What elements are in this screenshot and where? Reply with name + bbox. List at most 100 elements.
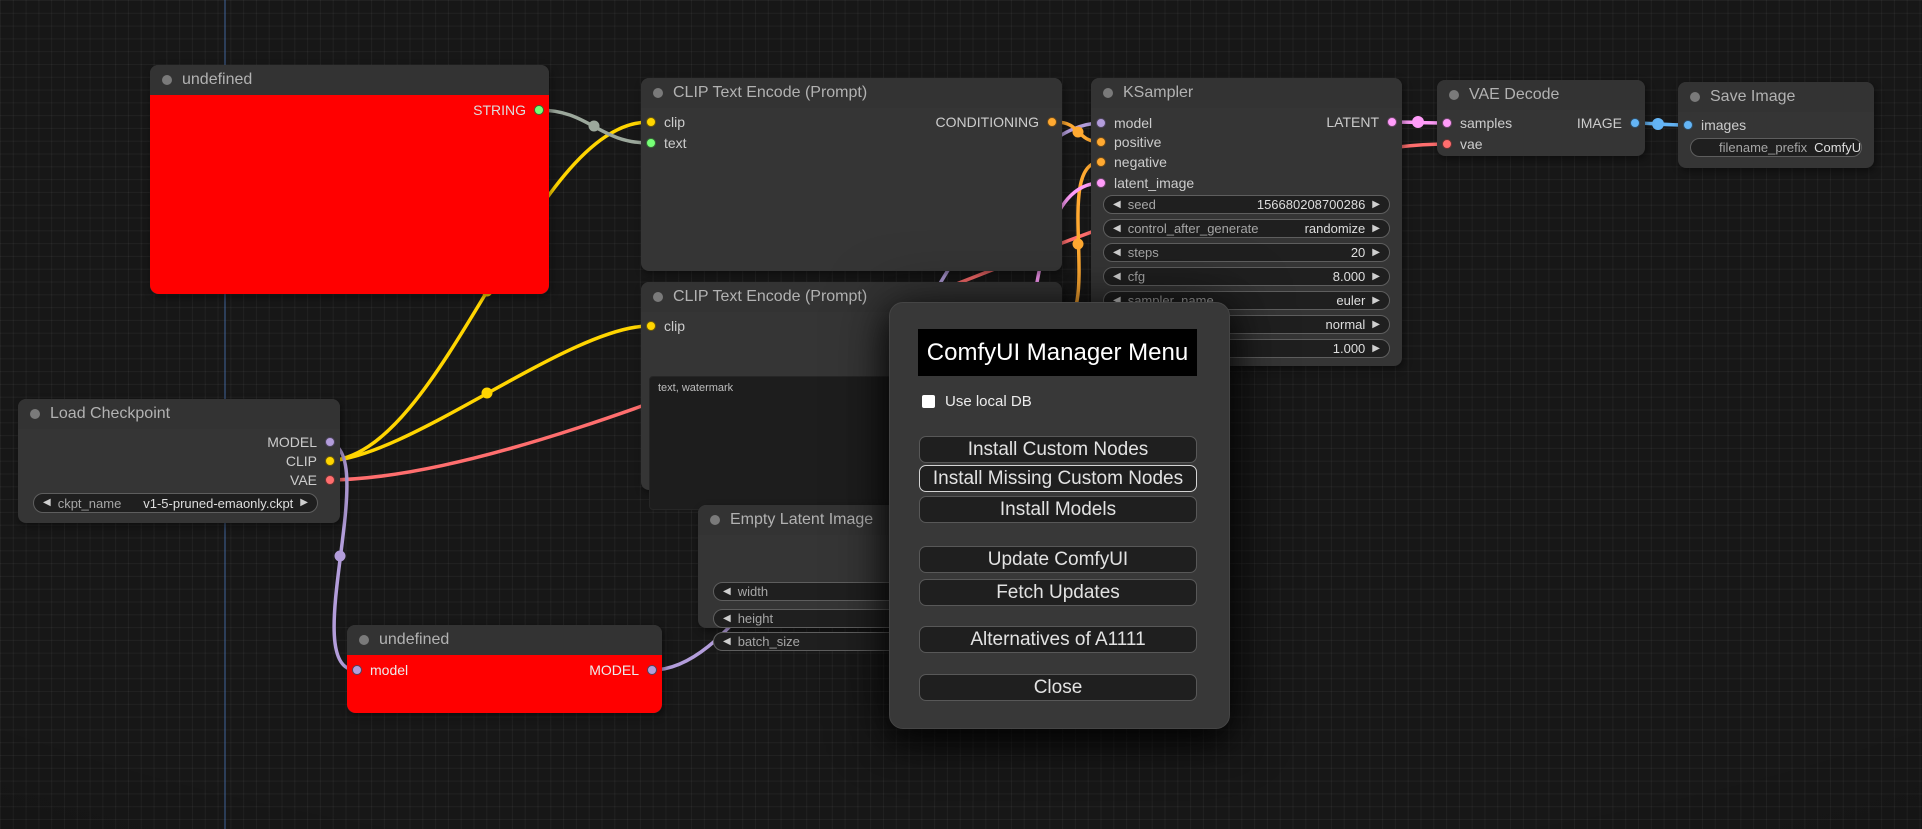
- text-input-dot[interactable]: [646, 138, 656, 148]
- arrow-right-icon[interactable]: ▶: [1372, 223, 1380, 234]
- node-vae-decode[interactable]: VAE Decode samples vae IMAGE: [1437, 80, 1645, 156]
- arrow-right-icon[interactable]: ▶: [1372, 295, 1380, 306]
- vae-input-dot[interactable]: [1442, 139, 1452, 149]
- collapse-dot-icon[interactable]: [653, 292, 663, 302]
- output-slot-vae[interactable]: VAE: [290, 470, 335, 490]
- input-slot-clip[interactable]: clip: [646, 316, 685, 336]
- node-save-image[interactable]: Save Image images filename_prefix ComfyU…: [1678, 82, 1874, 168]
- model-output-dot[interactable]: [325, 437, 335, 447]
- arrow-right-icon[interactable]: ▶: [1372, 199, 1380, 210]
- latent-output-dot[interactable]: [1387, 117, 1397, 127]
- input-slot-positive[interactable]: positive: [1096, 132, 1161, 152]
- widget-seed[interactable]: ◀ seed 156680208700286 ▶: [1103, 195, 1390, 214]
- node-editor-canvas[interactable]: undefined STRING CLIP Text Encode (Promp…: [0, 0, 1922, 829]
- collapse-dot-icon[interactable]: [1449, 90, 1459, 100]
- arrow-left-icon[interactable]: ◀: [1113, 199, 1121, 210]
- node-body: samples vae IMAGE: [1437, 110, 1645, 156]
- positive-input-dot[interactable]: [1096, 137, 1106, 147]
- arrow-left-icon[interactable]: ◀: [723, 586, 731, 597]
- clip-output-dot[interactable]: [325, 456, 335, 466]
- output-slot-string[interactable]: STRING: [473, 100, 544, 120]
- conditioning-output-dot[interactable]: [1047, 117, 1057, 127]
- arrow-left-icon[interactable]: ◀: [1113, 223, 1121, 234]
- node-undefined-top[interactable]: undefined STRING: [150, 65, 549, 294]
- node-title-bar[interactable]: undefined: [150, 65, 549, 95]
- alternatives-of-a1111-button[interactable]: Alternatives of A1111: [919, 626, 1197, 653]
- node-title-bar[interactable]: Load Checkpoint: [18, 399, 340, 429]
- latent-image-input-dot[interactable]: [1096, 178, 1106, 188]
- samples-input-dot[interactable]: [1442, 118, 1452, 128]
- collapse-dot-icon[interactable]: [30, 409, 40, 419]
- arrow-left-icon[interactable]: ◀: [1113, 271, 1121, 282]
- output-slot-latent[interactable]: LATENT: [1326, 112, 1397, 132]
- model-input-dot[interactable]: [352, 665, 362, 675]
- image-output-dot[interactable]: [1630, 118, 1640, 128]
- fetch-updates-button[interactable]: Fetch Updates: [919, 579, 1197, 606]
- install-models-button[interactable]: Install Models: [919, 496, 1197, 523]
- node-load-checkpoint[interactable]: Load Checkpoint MODEL CLIP VAE ◀ ckpt_na…: [18, 399, 340, 523]
- node-title-bar[interactable]: Save Image: [1678, 82, 1874, 112]
- input-slot-images[interactable]: images: [1683, 115, 1746, 135]
- collapse-dot-icon[interactable]: [653, 88, 663, 98]
- string-output-dot[interactable]: [534, 105, 544, 115]
- widget-cfg[interactable]: ◀ cfg 8.000 ▶: [1103, 267, 1390, 286]
- update-comfyui-button[interactable]: Update ComfyUI: [919, 546, 1197, 573]
- output-slot-image[interactable]: IMAGE: [1577, 113, 1640, 133]
- collapse-dot-icon[interactable]: [1690, 92, 1700, 102]
- widget-control-after-generate[interactable]: ◀ control_after_generate randomize ▶: [1103, 219, 1390, 238]
- node-title-bar[interactable]: KSampler: [1091, 78, 1402, 108]
- node-title-bar[interactable]: undefined: [347, 625, 662, 655]
- input-slot-model[interactable]: model: [352, 660, 408, 680]
- arrow-right-icon[interactable]: ▶: [1372, 319, 1380, 330]
- arrow-left-icon[interactable]: ◀: [723, 636, 731, 647]
- link-dot: [1072, 238, 1084, 250]
- collapse-dot-icon[interactable]: [359, 635, 369, 645]
- arrow-right-icon[interactable]: ▶: [1372, 271, 1380, 282]
- input-slot-vae[interactable]: vae: [1442, 134, 1483, 154]
- vae-output-dot[interactable]: [325, 475, 335, 485]
- widget-label: width: [737, 584, 769, 599]
- negative-input-dot[interactable]: [1096, 157, 1106, 167]
- slot-label: samples: [1460, 115, 1513, 131]
- install-missing-custom-nodes-button[interactable]: Install Missing Custom Nodes: [919, 465, 1197, 492]
- model-output-dot[interactable]: [647, 665, 657, 675]
- widget-filename-prefix[interactable]: filename_prefix ComfyUI: [1690, 138, 1862, 157]
- node-undefined-bottom[interactable]: undefined model MODEL: [347, 625, 662, 713]
- input-slot-text[interactable]: text: [646, 133, 687, 153]
- arrow-left-icon[interactable]: ◀: [723, 613, 731, 624]
- collapse-dot-icon[interactable]: [710, 515, 720, 525]
- input-slot-clip[interactable]: clip: [646, 112, 685, 132]
- arrow-left-icon[interactable]: ◀: [1113, 247, 1121, 258]
- arrow-right-icon[interactable]: ▶: [1372, 343, 1380, 354]
- slot-label: latent_image: [1114, 175, 1195, 191]
- input-slot-samples[interactable]: samples: [1442, 113, 1512, 133]
- collapse-dot-icon[interactable]: [1103, 88, 1113, 98]
- slot-label: text: [664, 135, 687, 151]
- output-slot-clip[interactable]: CLIP: [286, 451, 335, 471]
- node-title-bar[interactable]: VAE Decode: [1437, 80, 1645, 110]
- node-clip-text-encode-positive[interactable]: CLIP Text Encode (Prompt) clip text COND…: [641, 78, 1062, 271]
- clip-input-dot[interactable]: [646, 321, 656, 331]
- arrow-left-icon[interactable]: ◀: [43, 498, 51, 508]
- widget-ckpt-name[interactable]: ◀ ckpt_name v1-5-pruned-emaonly.ckpt ▶: [33, 493, 318, 513]
- use-local-db-row[interactable]: Use local DB: [922, 393, 1032, 410]
- output-slot-model[interactable]: MODEL: [589, 660, 657, 680]
- use-local-db-checkbox[interactable]: [922, 395, 935, 408]
- arrow-right-icon[interactable]: ▶: [300, 498, 308, 508]
- collapse-dot-icon[interactable]: [162, 75, 172, 85]
- slot-label: vae: [1460, 136, 1483, 152]
- widget-value: 156680208700286: [1256, 197, 1366, 212]
- close-button[interactable]: Close: [919, 674, 1197, 701]
- node-title-bar[interactable]: CLIP Text Encode (Prompt): [641, 78, 1062, 108]
- install-custom-nodes-button[interactable]: Install Custom Nodes: [919, 436, 1197, 463]
- output-slot-model[interactable]: MODEL: [267, 432, 335, 452]
- input-slot-negative[interactable]: negative: [1096, 152, 1167, 172]
- clip-input-dot[interactable]: [646, 117, 656, 127]
- arrow-right-icon[interactable]: ▶: [1372, 247, 1380, 258]
- model-input-dot[interactable]: [1096, 118, 1106, 128]
- input-slot-model[interactable]: model: [1096, 113, 1152, 133]
- output-slot-conditioning[interactable]: CONDITIONING: [936, 112, 1057, 132]
- widget-steps[interactable]: ◀ steps 20 ▶: [1103, 243, 1390, 262]
- images-input-dot[interactable]: [1683, 120, 1693, 130]
- input-slot-latent-image[interactable]: latent_image: [1096, 173, 1194, 193]
